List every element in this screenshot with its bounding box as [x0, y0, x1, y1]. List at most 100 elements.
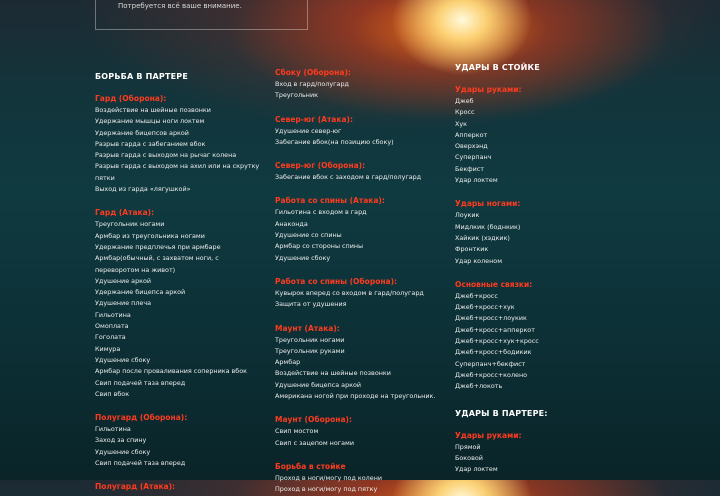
- technique-item: Треугольник ногами: [95, 220, 165, 229]
- section-title: Борьба в стойке: [275, 461, 346, 471]
- technique-item: Треугольник ногами: [275, 335, 345, 344]
- technique-item: Суперпанч+бекфист: [455, 359, 526, 368]
- technique-item: Воздействие на шейные позвонки: [275, 369, 391, 378]
- technique-item: Хайкик (хэдкик): [455, 233, 510, 242]
- technique-item: Оверхэнд: [455, 142, 488, 151]
- technique-item: Джеб+локоть: [455, 382, 503, 391]
- section-title: Маунт (Оборона):: [275, 415, 352, 425]
- technique-item: Заход за спину: [95, 436, 147, 445]
- technique-item: Свип с зацепом ногами: [275, 438, 355, 447]
- section-title: Север-юг (Оборона):: [275, 161, 366, 171]
- technique-item: Удар коленом: [455, 256, 503, 265]
- technique-item: Бекфист: [455, 164, 485, 173]
- technique-item: Удушение сбоку: [95, 447, 151, 456]
- notice-text: Потребуется всё ваше внимание.: [118, 2, 242, 10]
- technique-item: Удержание предплечья при армбаре: [95, 242, 221, 251]
- technique-item: Удар локтем: [455, 465, 498, 474]
- section-title: Маунт (Атака):: [275, 323, 340, 333]
- technique-item: Гоголата: [95, 333, 126, 342]
- section-title: Гард (Атака):: [95, 208, 155, 218]
- technique-item: Прямой: [455, 442, 481, 451]
- section-title: Полугард (Атака):: [95, 482, 176, 492]
- technique-item: Армбар: [275, 358, 301, 367]
- technique-item: Забегание вбок с заходом в гард/полугард: [275, 173, 422, 182]
- technique-item: Треугольник руками: [275, 346, 345, 355]
- technique-item: Армбар со стороны спины: [275, 242, 364, 251]
- section-title: Основные связки:: [455, 279, 533, 289]
- technique-item: Треугольник: [275, 91, 318, 100]
- section-list: Сбоку (Оборона): Вход в гард/полугард Треу…: [275, 68, 450, 496]
- technique-item: Армбар(обычный, с захватом ноги, с перев…: [95, 254, 219, 274]
- technique-item: Анаконда: [275, 219, 308, 228]
- technique-item: Джеб+кросс+лоукик: [455, 314, 527, 323]
- technique-item: Удар локтем: [455, 176, 498, 185]
- technique-item: Апперкот: [455, 130, 488, 139]
- technique-item: Удушение север-юг: [275, 126, 342, 135]
- technique-item: Джеб+кросс: [455, 291, 498, 300]
- technique-item: Удушение со спины: [275, 231, 342, 240]
- column-heading-ground-strikes: УДАРЫ В ПАРТЕРЕ:: [455, 408, 548, 418]
- section-list: Удары руками: Джеб Кросс Хук Апперкот Оверхэн…: [455, 85, 630, 393]
- section-title: Работа со спины (Оборона):: [275, 276, 398, 286]
- technique-item: Хук: [455, 119, 468, 128]
- technique-item: Фронткик: [455, 245, 489, 254]
- technique-item: Джеб: [455, 97, 474, 105]
- technique-item: Лоукик: [455, 211, 480, 220]
- technique-item: Удушение сбоку: [95, 355, 151, 364]
- technique-item: Удушение бицепса аркой: [275, 380, 362, 389]
- technique-item: Удушение аркой: [95, 276, 152, 285]
- technique-item: Выход из гарда «лягушкой»: [95, 185, 191, 194]
- section-title: Удары руками:: [455, 85, 522, 94]
- technique-item: Свип вбок: [95, 389, 130, 398]
- section-title: Удары руками:: [455, 430, 522, 440]
- column-heading: УДАРЫ В СТОЙКЕ: [455, 63, 540, 72]
- technique-item: Джеб+кросс+колено: [455, 370, 528, 379]
- technique-item: Джеб+кросс+бодикик: [455, 348, 532, 357]
- technique-item: Проход в ноги/могу под пятку: [275, 485, 378, 494]
- technique-item: Разрыв гарда с забеганием вбок: [95, 139, 206, 148]
- technique-item: Вход в гард/полугард: [275, 80, 349, 88]
- technique-item: Гильотина: [95, 425, 131, 434]
- technique-item: Удержание бицепса аркой: [95, 288, 186, 297]
- section-title: Сбоку (Оборона):: [275, 68, 351, 77]
- technique-item: Гильотина с входом в гард: [275, 208, 367, 217]
- technique-item: Кувырок вперед со входом в гард/полугард: [275, 288, 424, 297]
- section-title: Полугард (Оборона):: [95, 413, 188, 423]
- technique-item: Гильотина: [95, 310, 131, 319]
- technique-item: Разрыв гарда с выходом на рычаг колена: [95, 151, 237, 160]
- technique-item: Удушение сбоку: [275, 253, 331, 262]
- technique-item: Забегание вбок(на позицию сбоку): [275, 137, 394, 146]
- technique-item: Свип мостом: [275, 427, 319, 436]
- technique-item: Армбар после проваливания соперника вбок: [95, 367, 248, 376]
- notice-box: Потребуется всё ваше внимание.: [95, 0, 308, 30]
- technique-item: Американа ногой при проходе на треугольн…: [275, 392, 436, 401]
- technique-item: Проход в ноги/могу под колени: [275, 473, 383, 482]
- technique-item: Свип подачей таза вперед: [95, 378, 186, 387]
- section-title: Север-юг (Атака):: [275, 114, 353, 124]
- column-positions: Сбоку (Оборона): Вход в гард/полугард Треу…: [275, 68, 450, 496]
- technique-item: Кросс: [455, 108, 475, 117]
- technique-item: Свип подачей таза вперед: [95, 459, 186, 468]
- technique-item: Кимура: [95, 344, 121, 353]
- section-title: Удары ногами:: [455, 199, 521, 209]
- technique-item: Удержание бицепсов аркой: [95, 128, 189, 137]
- column-striking: УДАРЫ В СТОЙКЕ Удары руками: Джеб Кросс Хук…: [455, 63, 630, 475]
- section-list: Удары руками: Прямой Боковой Удар локтем: [455, 431, 630, 476]
- column-ground-fighting: БОРЬБА В ПАРТЕРЕ Гард (Оборона): Воздейст…: [95, 72, 270, 493]
- section-list: Гард (Оборона): Воздействие на шейные поз…: [95, 94, 270, 491]
- column-heading: БОРЬБА В ПАРТЕРЕ: [95, 72, 189, 81]
- technique-item: Армбар из треугольника ногами: [95, 231, 205, 240]
- technique-item: Воздействие на шейные позвонки: [95, 106, 211, 114]
- section-title: Гард (Оборона):: [95, 94, 167, 103]
- technique-item: Удержание мышцы ноги локтем: [95, 117, 205, 126]
- technique-item: Защита от удушения: [275, 300, 347, 309]
- technique-item: Джеб+кросс+хук+кросс: [455, 337, 539, 346]
- technique-item: Удушение плеча: [95, 299, 152, 308]
- technique-item: Суперпанч: [455, 153, 492, 162]
- technique-item: Разрыв гарда с выходом на ахил или на ск…: [95, 162, 260, 182]
- section-title: Работа со спины (Атака):: [275, 196, 385, 206]
- technique-item: Омоплата: [95, 322, 129, 331]
- technique-item: Джеб+кросс+апперкот: [455, 325, 535, 334]
- technique-item: Мидлкик (боднкик): [455, 222, 521, 231]
- technique-item: Боковой: [455, 453, 483, 462]
